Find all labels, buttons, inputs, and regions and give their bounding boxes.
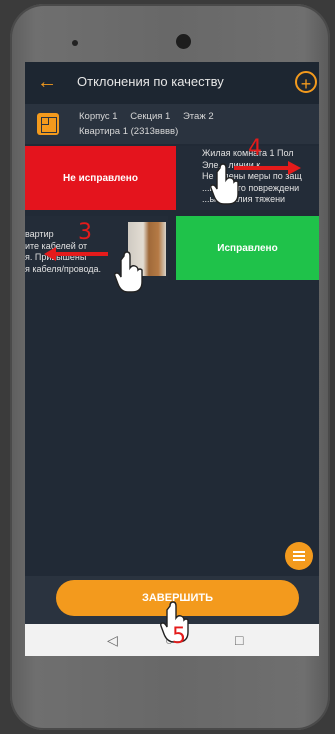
building-icon — [37, 113, 59, 135]
step-3-marker: 3 — [78, 220, 92, 245]
speaker-dot — [72, 40, 78, 46]
app-bar: ← Отклонения по качеству + — [25, 62, 319, 104]
swipe-right-arrow-icon — [234, 161, 301, 175]
step-4-marker: 4 — [248, 136, 262, 161]
back-arrow-icon[interactable]: ← — [35, 70, 59, 94]
nav-recents-icon[interactable]: □ — [235, 632, 243, 648]
add-icon[interactable]: + — [295, 71, 317, 94]
nav-back-icon[interactable]: ◁ — [107, 632, 118, 649]
section-label: Секция 1 — [130, 111, 171, 122]
fixed-swipe-action[interactable]: Исправлено — [176, 216, 319, 280]
apartment-label: Квартира 1 (2313вввв) — [79, 126, 179, 137]
location-info: Корпус 1 Секция 1 Этаж 2 Квартира 1 (231… — [25, 104, 319, 144]
building-label: Корпус 1 — [79, 111, 118, 122]
menu-icon[interactable] — [285, 542, 313, 570]
not-fixed-swipe-action[interactable]: Не исправлено — [25, 146, 176, 210]
hand-pointer-icon — [210, 163, 239, 205]
hand-pointer-icon — [114, 251, 143, 293]
page-title: Отклонения по качеству — [77, 74, 224, 89]
step-5-marker: 5 — [172, 624, 186, 649]
location-line: Корпус 1 Секция 1 Этаж 2 — [79, 111, 214, 122]
app-screen: ← Отклонения по качеству + Корпус 1 Секц… — [25, 62, 319, 656]
swipe-left-arrow-icon — [44, 247, 108, 261]
floor-label: Этаж 2 — [182, 111, 214, 122]
front-camera — [176, 34, 191, 49]
